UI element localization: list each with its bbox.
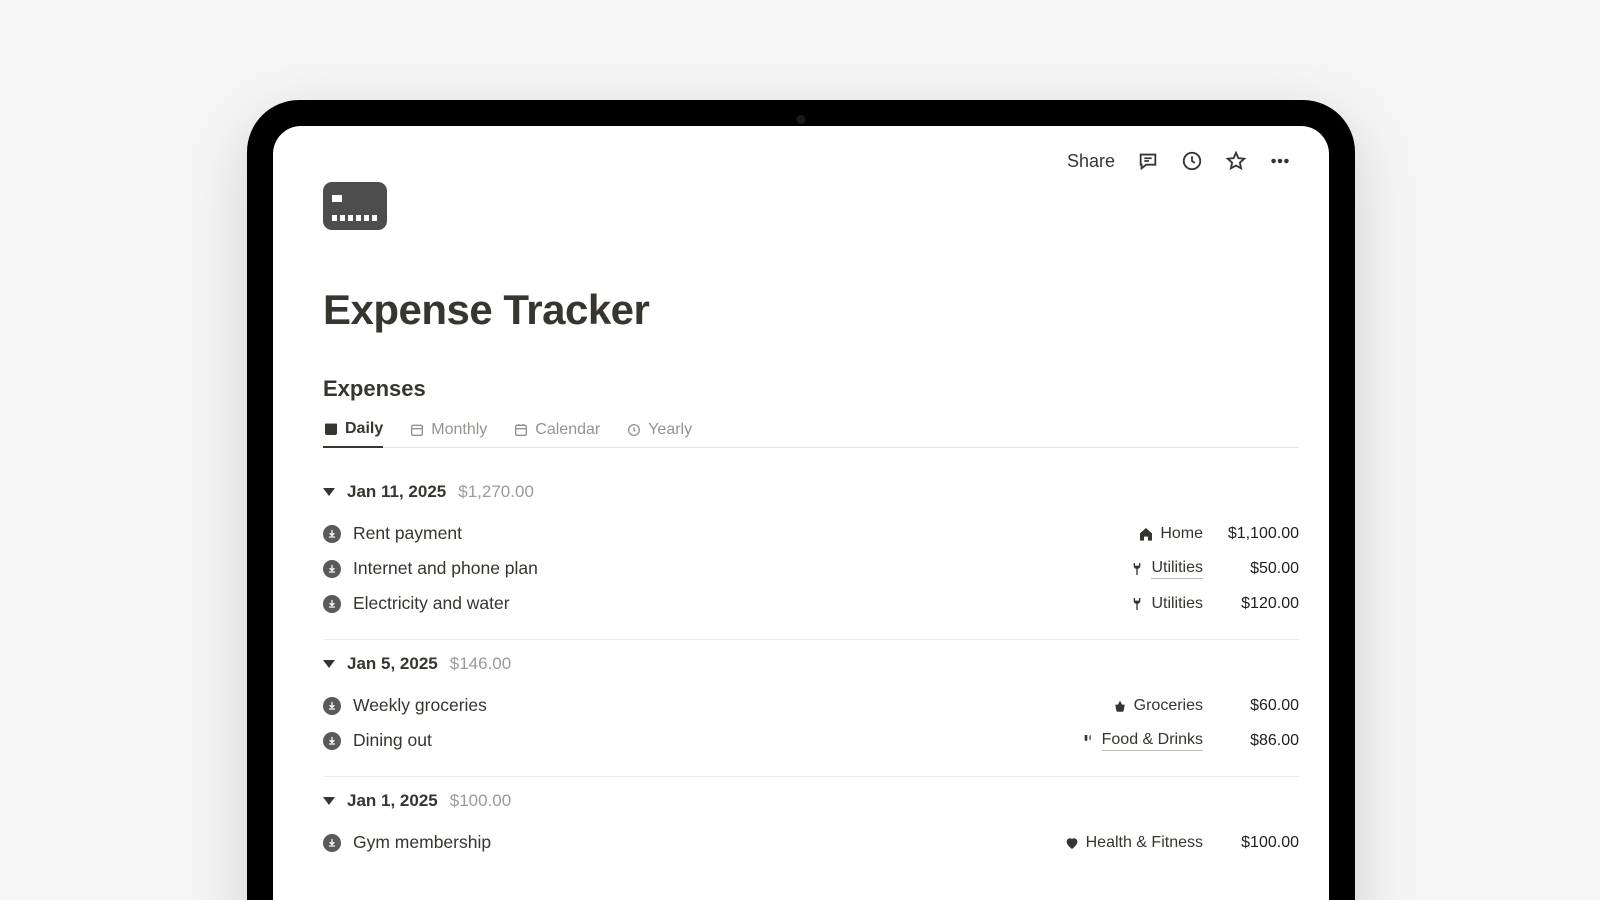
expense-type-icon xyxy=(323,732,341,750)
expense-row[interactable]: Weekly groceries Groceries $60.00 xyxy=(323,688,1299,723)
page-title[interactable]: Expense Tracker xyxy=(323,286,1299,334)
camera-dot xyxy=(797,115,806,124)
expense-amount: $60.00 xyxy=(1219,697,1299,715)
expense-amount: $120.00 xyxy=(1219,595,1299,613)
disclosure-triangle-icon[interactable] xyxy=(323,660,335,668)
expense-name: Internet and phone plan xyxy=(353,558,538,579)
category-label: Utilities xyxy=(1151,559,1203,579)
tab-monthly[interactable]: Monthly xyxy=(409,420,487,447)
category-label: Home xyxy=(1160,525,1203,543)
expense-category[interactable]: Food & Drinks xyxy=(1080,731,1203,751)
expense-row[interactable]: Gym membership Health & Fitness $100.00 xyxy=(323,825,1299,860)
expense-amount: $86.00 xyxy=(1219,732,1299,750)
category-label: Utilities xyxy=(1151,595,1203,613)
expense-group: Jan 1, 2025 $100.00 Gym membership Health &… xyxy=(323,777,1299,878)
expense-name: Gym membership xyxy=(353,832,491,853)
expense-row[interactable]: Internet and phone plan Utilities $50.00 xyxy=(323,551,1299,586)
star-icon[interactable] xyxy=(1225,150,1247,172)
expense-name: Rent payment xyxy=(353,523,462,544)
expense-name: Dining out xyxy=(353,730,432,751)
expense-type-icon xyxy=(323,834,341,852)
comments-icon[interactable] xyxy=(1137,150,1159,172)
utensils-icon xyxy=(1080,733,1096,749)
group-date[interactable]: Jan 1, 2025 xyxy=(347,791,438,811)
tab-label: Monthly xyxy=(431,421,487,439)
expense-amount: $50.00 xyxy=(1219,560,1299,578)
expense-category[interactable]: Groceries xyxy=(1112,697,1203,715)
more-icon[interactable] xyxy=(1269,150,1291,172)
group-total: $1,270.00 xyxy=(458,482,534,502)
group-total: $146.00 xyxy=(450,654,511,674)
expense-category[interactable]: Utilities xyxy=(1129,595,1203,613)
expense-group: Jan 11, 2025 $1,270.00 Rent payment Home $1,… xyxy=(323,468,1299,640)
calendar-month-icon xyxy=(409,422,425,438)
plug-icon xyxy=(1129,561,1145,577)
expense-amount: $100.00 xyxy=(1219,834,1299,852)
group-date[interactable]: Jan 5, 2025 xyxy=(347,654,438,674)
expense-name: Electricity and water xyxy=(353,593,510,614)
expense-row[interactable]: Dining out Food & Drinks $86.00 xyxy=(323,723,1299,758)
database-title[interactable]: Expenses xyxy=(323,376,1299,402)
app-screen: Share Expense Tracker xyxy=(273,126,1329,900)
expense-type-icon xyxy=(323,560,341,578)
category-label: Health & Fitness xyxy=(1086,834,1203,852)
group-date[interactable]: Jan 11, 2025 xyxy=(347,482,446,502)
expense-amount: $1,100.00 xyxy=(1219,525,1299,543)
category-label: Food & Drinks xyxy=(1102,731,1203,751)
basket-icon xyxy=(1112,698,1128,714)
expense-category[interactable]: Home xyxy=(1138,525,1203,543)
heart-icon xyxy=(1064,835,1080,851)
tab-yearly[interactable]: Yearly xyxy=(626,420,692,447)
page-emoji-icon[interactable] xyxy=(323,182,387,230)
calendar-day-icon xyxy=(323,421,339,437)
clock-icon[interactable] xyxy=(1181,150,1203,172)
tab-label: Yearly xyxy=(648,421,692,439)
tab-label: Daily xyxy=(345,420,383,438)
expense-type-icon xyxy=(323,595,341,613)
expense-group: Jan 5, 2025 $146.00 Weekly groceries Grocer… xyxy=(323,640,1299,777)
tab-label: Calendar xyxy=(535,421,600,439)
expense-name: Weekly groceries xyxy=(353,695,487,716)
category-label: Groceries xyxy=(1134,697,1203,715)
disclosure-triangle-icon[interactable] xyxy=(323,488,335,496)
calendar-icon xyxy=(513,422,529,438)
group-total: $100.00 xyxy=(450,791,511,811)
expense-type-icon xyxy=(323,525,341,543)
expense-category[interactable]: Health & Fitness xyxy=(1064,834,1203,852)
share-button[interactable]: Share xyxy=(1067,151,1115,172)
view-tabs: Daily Monthly Calendar Yearly xyxy=(323,420,1299,448)
clock-icon xyxy=(626,422,642,438)
tab-daily[interactable]: Daily xyxy=(323,420,383,448)
disclosure-triangle-icon[interactable] xyxy=(323,797,335,805)
expense-category[interactable]: Utilities xyxy=(1129,559,1203,579)
expense-row[interactable]: Rent payment Home $1,100.00 xyxy=(323,516,1299,551)
expense-type-icon xyxy=(323,697,341,715)
tablet-frame: Share Expense Tracker xyxy=(247,100,1355,900)
plug-icon xyxy=(1129,596,1145,612)
expense-row[interactable]: Electricity and water Utilities $120.00 xyxy=(323,586,1299,621)
home-icon xyxy=(1138,526,1154,542)
tab-calendar[interactable]: Calendar xyxy=(513,420,600,447)
